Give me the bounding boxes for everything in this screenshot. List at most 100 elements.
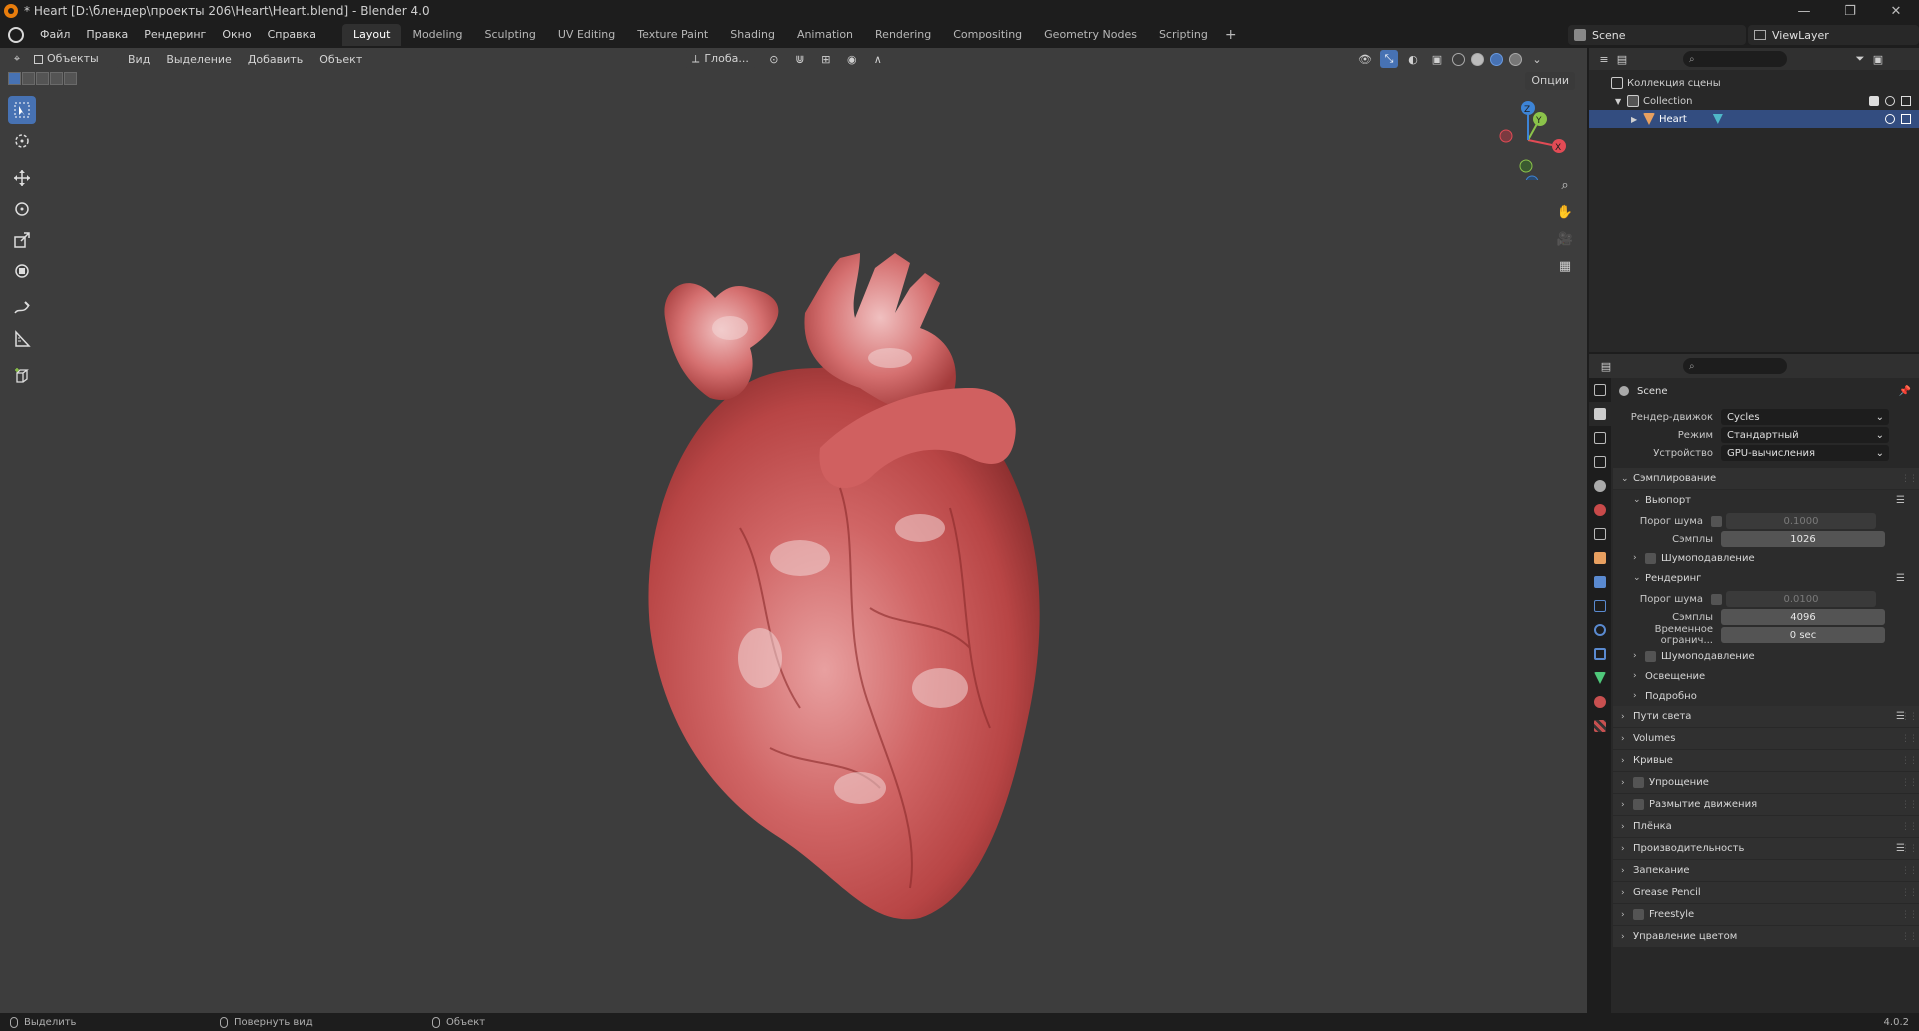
tab-view-layer[interactable] xyxy=(1589,450,1611,474)
presets-list-icon[interactable]: ☰ xyxy=(1896,573,1905,584)
panel-10[interactable]: › Управление цветом ⋮⋮ xyxy=(1613,926,1919,948)
falloff-icon[interactable]: ∧ xyxy=(869,50,887,68)
panel-5[interactable]: › Плёнка ⋮⋮ xyxy=(1613,816,1919,838)
shading-options-icon[interactable]: ⌄ xyxy=(1528,50,1546,68)
denoise-checkbox[interactable] xyxy=(1645,650,1656,662)
subpanel-lights[interactable]: › Освещение xyxy=(1613,666,1919,686)
panel-9[interactable]: › Freestyle ⋮⋮ xyxy=(1613,904,1919,926)
cursor-tool[interactable] xyxy=(8,127,36,155)
rendered-shading-icon[interactable] xyxy=(1509,52,1522,66)
tab-particles[interactable] xyxy=(1589,594,1611,618)
tab-world[interactable] xyxy=(1589,498,1611,522)
properties-search-input[interactable]: ⌕ xyxy=(1683,358,1787,374)
panel-7[interactable]: › Запекание ⋮⋮ xyxy=(1613,860,1919,882)
drag-handle-icon[interactable]: ⋮⋮ xyxy=(1901,888,1918,898)
tab-physics[interactable] xyxy=(1589,618,1611,642)
denoise-checkbox[interactable] xyxy=(1645,552,1656,564)
navigation-gizmo[interactable]: X Y Z xyxy=(1496,100,1576,189)
camera-view-icon[interactable]: 🎥 xyxy=(1553,227,1577,251)
mode-dropdown[interactable]: Стандартный ⌄ xyxy=(1721,427,1889,443)
tab-output[interactable] xyxy=(1589,426,1611,450)
tab-data[interactable] xyxy=(1589,666,1611,690)
tab-render[interactable] xyxy=(1589,402,1611,426)
drag-handle-icon[interactable]: ⋮⋮ xyxy=(1901,866,1918,876)
drag-handle-icon[interactable]: ⋮⋮ xyxy=(1901,474,1918,484)
view-layer-selector[interactable]: ViewLayer xyxy=(1748,25,1919,45)
subpanel-render[interactable]: ⌄ Рендеринг ☰ xyxy=(1613,568,1919,588)
drag-handle-icon[interactable]: ⋮⋮ xyxy=(1901,822,1918,832)
select-box-tool[interactable] xyxy=(8,96,36,124)
tab-texture[interactable] xyxy=(1589,714,1611,738)
transform-tool[interactable] xyxy=(8,257,36,285)
eye-icon[interactable] xyxy=(1885,114,1895,124)
select-mode-intersect-icon[interactable] xyxy=(64,72,77,85)
subpanel-advanced[interactable]: › Подробно xyxy=(1613,686,1919,706)
camera-icon[interactable] xyxy=(1901,96,1911,106)
visibility-icon[interactable]: 👁 xyxy=(1356,50,1374,68)
snap-target-icon[interactable]: ⊞ xyxy=(817,50,835,68)
drag-handle-icon[interactable]: ⋮⋮ xyxy=(1901,800,1918,810)
gizmo-toggle-icon[interactable]: ⤡ xyxy=(1380,50,1398,68)
tab-constraints[interactable] xyxy=(1589,642,1611,666)
subpanel-viewport-denoise[interactable]: › Шумоподавление xyxy=(1613,548,1919,568)
tab-compositing[interactable]: Compositing xyxy=(942,24,1033,46)
menu-select[interactable]: Выделение xyxy=(158,53,240,66)
drag-handle-icon[interactable]: ⋮⋮ xyxy=(1901,756,1918,766)
tab-animation[interactable]: Animation xyxy=(786,24,864,46)
tab-material[interactable] xyxy=(1589,690,1611,714)
panel-1[interactable]: › Volumes ⋮⋮ xyxy=(1613,728,1919,750)
noise-threshold-checkbox[interactable] xyxy=(1711,515,1722,527)
panel-checkbox[interactable] xyxy=(1633,909,1644,920)
drag-handle-icon[interactable]: ⋮⋮ xyxy=(1901,910,1918,920)
pin-icon[interactable]: 📌 xyxy=(1899,386,1911,397)
select-mode-subtract-icon[interactable] xyxy=(36,72,49,85)
measure-tool[interactable] xyxy=(8,325,36,353)
panel-checkbox[interactable] xyxy=(1633,777,1644,788)
rotate-tool[interactable] xyxy=(8,195,36,223)
close-button[interactable]: ✕ xyxy=(1873,0,1919,22)
material-shading-icon[interactable] xyxy=(1490,52,1503,66)
checkbox-icon[interactable] xyxy=(1869,96,1879,106)
tab-scene[interactable] xyxy=(1589,474,1611,498)
xray-icon[interactable]: ▣ xyxy=(1428,50,1446,68)
outliner-search-input[interactable]: ⌕ xyxy=(1683,51,1787,67)
maximize-button[interactable]: ❐ xyxy=(1827,0,1873,22)
tab-uv-editing[interactable]: UV Editing xyxy=(547,24,626,46)
device-dropdown[interactable]: GPU-вычисления ⌄ xyxy=(1721,445,1889,461)
tab-object[interactable] xyxy=(1589,546,1611,570)
select-mode-extend-icon[interactable] xyxy=(22,72,35,85)
eye-icon[interactable] xyxy=(1885,96,1895,106)
tab-rendering[interactable]: Rendering xyxy=(864,24,942,46)
tab-tool[interactable] xyxy=(1589,378,1611,402)
pan-hand-icon[interactable]: ✋ xyxy=(1553,200,1577,224)
menu-file[interactable]: Файл xyxy=(32,22,78,48)
options-button[interactable]: Опции xyxy=(1525,72,1575,90)
menu-render[interactable]: Рендеринг xyxy=(136,22,214,48)
menu-help[interactable]: Справка xyxy=(260,22,324,48)
expand-arrow-icon[interactable]: ▼ xyxy=(1615,97,1627,106)
wireframe-shading-icon[interactable] xyxy=(1452,52,1465,66)
tab-scripting[interactable]: Scripting xyxy=(1148,24,1219,46)
subpanel-viewport[interactable]: ⌄ Вьюпорт ☰ xyxy=(1613,490,1919,510)
drag-handle-icon[interactable]: ⋮⋮ xyxy=(1901,778,1918,788)
display-mode-icon[interactable]: ▤ xyxy=(1613,50,1631,68)
properties-editor-icon[interactable]: ▤ xyxy=(1597,357,1615,375)
expand-arrow-icon[interactable]: ▶ xyxy=(1631,115,1643,124)
tab-geometry-nodes[interactable]: Geometry Nodes xyxy=(1033,24,1148,46)
outliner-row-collection[interactable]: ▼ Collection xyxy=(1589,92,1919,110)
tab-collection[interactable] xyxy=(1589,522,1611,546)
tab-shading[interactable]: Shading xyxy=(719,24,786,46)
editor-type-icon[interactable]: ⌖ xyxy=(8,50,26,68)
panel-checkbox[interactable] xyxy=(1633,799,1644,810)
tab-modifiers[interactable] xyxy=(1589,570,1611,594)
select-mode-set-icon[interactable] xyxy=(8,72,21,85)
scene-selector[interactable]: Scene xyxy=(1568,25,1746,45)
viewport-samples-field[interactable]: 1026 xyxy=(1721,531,1885,547)
outliner-editor-icon[interactable]: ≡ xyxy=(1595,50,1613,68)
panel-0[interactable]: › Пути света ☰ ⋮⋮ xyxy=(1613,706,1919,728)
add-cube-tool[interactable] xyxy=(8,362,36,390)
mode-dropdown[interactable]: Объекты xyxy=(26,50,120,68)
panel-3[interactable]: › Упрощение ⋮⋮ xyxy=(1613,772,1919,794)
tab-sculpting[interactable]: Sculpting xyxy=(474,24,547,46)
new-collection-icon[interactable]: ▣ xyxy=(1869,50,1887,68)
